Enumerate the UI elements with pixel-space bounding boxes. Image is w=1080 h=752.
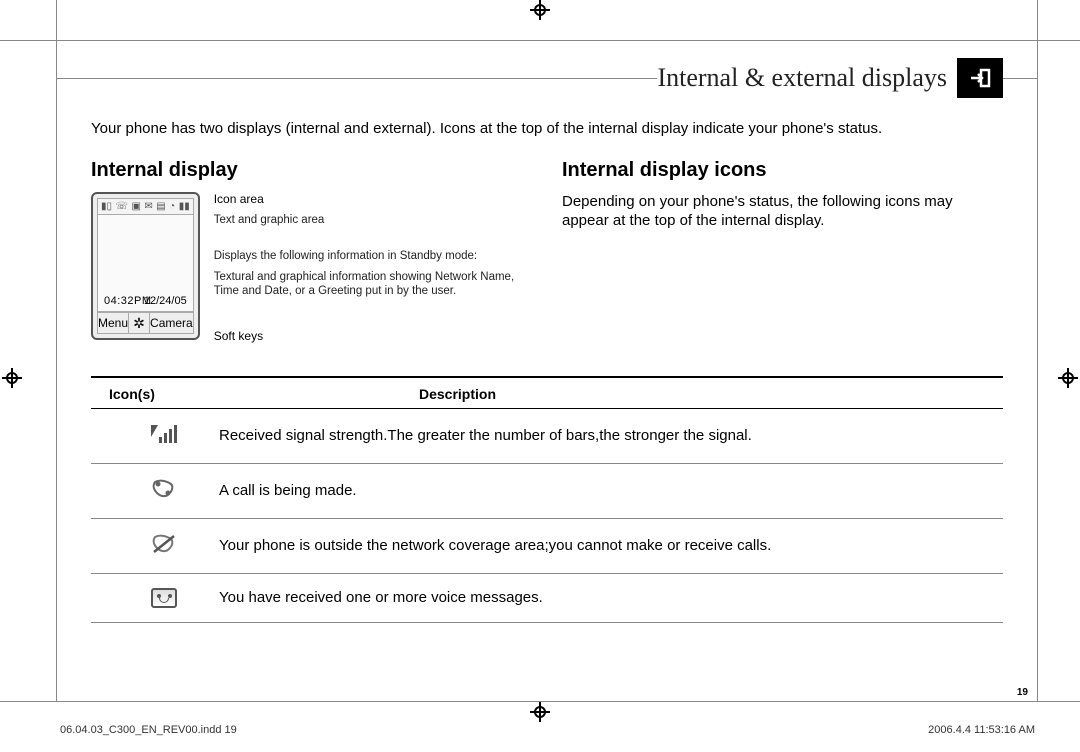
row-desc: A call is being made.: [219, 482, 985, 499]
phone-mock: ▮▯☏▣✉▤◔▮▮ 04:32PM 12/24/05 Menu ✲ Camera: [91, 192, 200, 340]
table-header-row: Icon(s) Description: [91, 378, 1003, 409]
title-box: Internal & external displays: [639, 58, 1003, 98]
softkey-right: Camera: [150, 313, 193, 333]
softkey-center: ✲: [128, 313, 150, 333]
registration-mark-icon: [4, 370, 20, 386]
annot-text-area: Text and graphic area: [214, 213, 532, 227]
phone-screen: 04:32PM 12/24/05: [97, 214, 194, 312]
phone-annotations: Icon area Text and graphic area Displays…: [214, 192, 532, 350]
enter-arrow-icon: [957, 58, 1003, 98]
phone-date: 12/24/05: [144, 295, 187, 307]
registration-mark-icon: [1060, 370, 1076, 386]
footer-timestamp: 2006.4.4 11:53:16 AM: [928, 724, 1035, 736]
registration-mark-icon: [532, 704, 548, 720]
left-column: Internal display ▮▯☏▣✉▤◔▮▮ 04:32PM 12/24…: [91, 159, 532, 350]
icons-para: Depending on your phone's status, the fo…: [562, 192, 1003, 230]
table-row: Received signal strength.The greater the…: [91, 409, 1003, 464]
annot-standby: Displays the following information in St…: [214, 249, 532, 263]
section-heading-icons: Internal display icons: [562, 159, 1003, 182]
voicemail-icon: [151, 588, 177, 608]
page-title: Internal & external displays: [657, 63, 957, 93]
intro-text: Your phone has two displays (internal an…: [91, 120, 1003, 137]
annot-info: Textural and graphical information showi…: [214, 270, 532, 299]
col-header-desc: Description: [419, 386, 496, 402]
page-content: Internal & external displays Your phone …: [56, 40, 1038, 702]
table-row: You have received one or more voice mess…: [91, 574, 1003, 623]
right-column: Internal display icons Depending on your…: [562, 159, 1003, 350]
row-desc: Received signal strength.The greater the…: [219, 427, 985, 444]
title-band: Internal & external displays: [91, 58, 1003, 98]
print-footer: 06.04.03_C300_EN_REV00.indd 19 2006.4.4 …: [60, 724, 1035, 736]
call-icon: [149, 478, 179, 504]
registration-mark-icon: [532, 2, 548, 18]
col-header-icons: Icon(s): [109, 386, 419, 402]
annot-icon-area: Icon area: [214, 192, 532, 207]
no-service-icon: [149, 533, 179, 559]
signal-strength-icon: [149, 423, 179, 449]
row-desc: Your phone is outside the network covera…: [219, 537, 985, 554]
phone-icon-bar: ▮▯☏▣✉▤◔▮▮: [97, 198, 194, 214]
section-heading-internal-display: Internal display: [91, 159, 532, 182]
footer-file: 06.04.03_C300_EN_REV00.indd 19: [60, 724, 237, 736]
table-row: Your phone is outside the network covera…: [91, 519, 1003, 574]
phone-softkey-bar: Menu ✲ Camera: [97, 312, 194, 334]
annot-softkeys: Soft keys: [214, 329, 532, 344]
softkey-left: Menu: [98, 313, 128, 333]
row-desc: You have received one or more voice mess…: [219, 589, 985, 606]
table-row: A call is being made.: [91, 464, 1003, 519]
page-number: 19: [1017, 687, 1028, 698]
